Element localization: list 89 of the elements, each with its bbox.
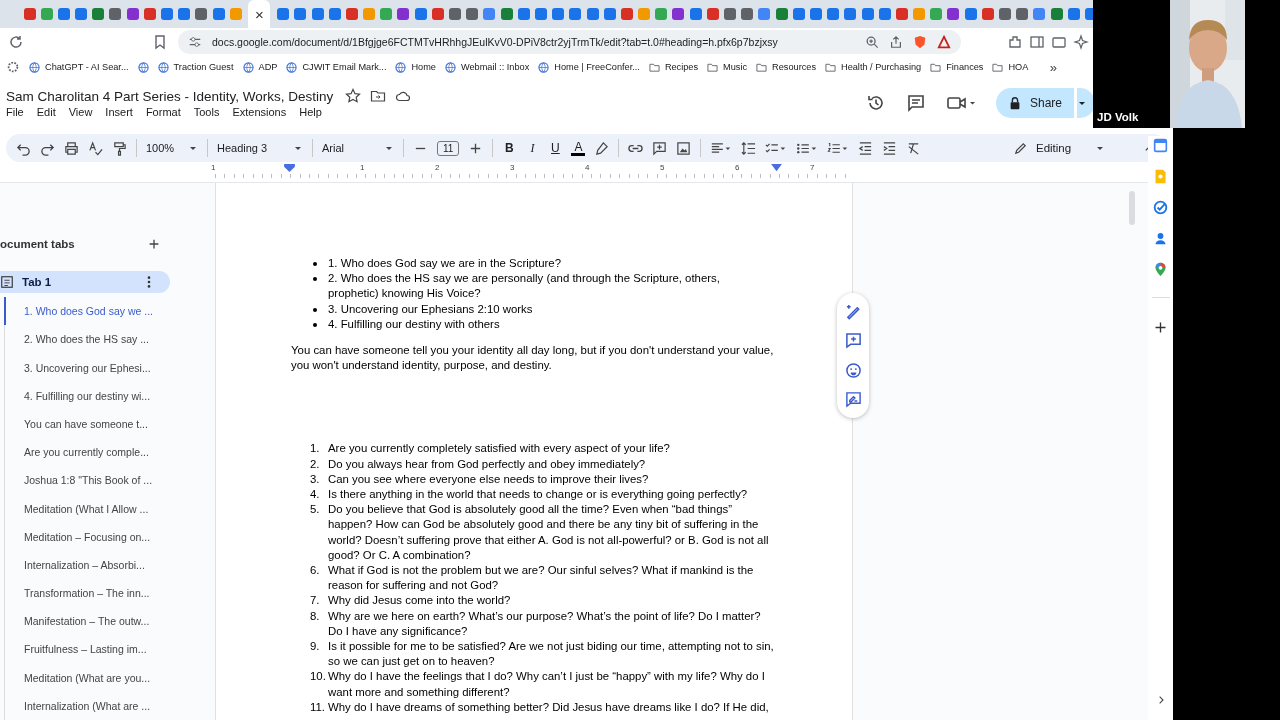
list-item-text: Why did Jesus come into the world?: [328, 593, 512, 609]
list-number: 7.: [310, 593, 321, 609]
list-number: 6.: [310, 563, 321, 579]
menu-item[interactable]: Tools: [193, 106, 220, 118]
bookmark-item[interactable]: Finances: [930, 61, 984, 73]
list-item-text: Is it possible for me to be satisfied? Are we not just biding our time, attempting not to sin, so we can just get on to heaven?: [328, 639, 775, 670]
bookmark-item[interactable]: ADP: [242, 61, 278, 73]
outline-item[interactable]: Meditation (What I Allow ...: [4, 494, 215, 523]
address-bar[interactable]: docs.google.com/document/d/1Bfgjge6FCTMTvHRhhgJEulKvV0-DPiV8ctr2yjTrmTk/edit?tab=t.0#heading=h.pfx6p7bzjxsy: [178, 30, 961, 54]
menu-item[interactable]: File: [6, 106, 24, 118]
list-item-text: 1. Who does God say we are in the Scripture?: [328, 256, 562, 271]
editing-mode-dropdown[interactable]: Editing: [1013, 140, 1105, 156]
list-item-text: Is there anything in the world that needs to change or is everything going perfectly?: [328, 487, 749, 503]
zoom-dropdown[interactable]: 100%: [146, 142, 198, 154]
italic-button[interactable]: I: [525, 140, 540, 156]
list-item-text: 3. Uncovering our Ephesians 2:10 works: [328, 301, 534, 317]
bookmark-item[interactable]: CJWIT Email Mark...: [286, 61, 387, 73]
outline-item[interactable]: Manifestation – The outw...: [4, 607, 215, 636]
active-browser-tab[interactable]: ×: [248, 0, 271, 28]
document-title[interactable]: Sam Charolitan 4 Part Series - Identity, Works, Destiny: [6, 88, 334, 104]
ruler-number: 2: [435, 163, 440, 172]
list-item-text: Why do I have dreams of something better? Did Jesus have dreams like I do? If He did,: [328, 699, 770, 715]
outline-item[interactable]: 2. Who does the HS say ...: [4, 325, 215, 354]
share-button[interactable]: Share: [995, 88, 1074, 118]
bookmark-item[interactable]: Health / Purchasing: [825, 61, 922, 73]
ruler-number: 4: [585, 163, 590, 172]
list-number: 4.: [310, 487, 321, 503]
bookmark-item[interactable]: Recipes: [648, 61, 699, 73]
url-text: docs.google.com/document/d/1Bfgjge6FCTMTvHRhhgJEulKvV0-DPiV8ctr2yjTrmTk/edit?tab=t.0#heading=h.pfx6p7bzjxsy: [212, 36, 779, 48]
outline-item[interactable]: Joshua 1:8 "This Book of ...: [4, 466, 215, 495]
ruler-number: 1: [211, 163, 216, 172]
outline-item[interactable]: 4. Fulfilling our destiny wi...: [4, 381, 215, 410]
close-tab-button[interactable]: ×: [255, 6, 264, 22]
ruler-number: 6: [735, 163, 740, 172]
ruler-number: 5: [660, 163, 665, 172]
menu-item[interactable]: Extensions: [232, 106, 287, 118]
more-bookmarks-button[interactable]: »: [1049, 59, 1057, 75]
underline-button[interactable]: U: [548, 141, 563, 155]
list-item-text: Do you believe that God is absolutely good all the time? Even when “bad things” happen? How can God be absolutely good and there be any tiny bit of suffering in the world? Doesn’t suffering prove that either A. God is not all-powerful? or B. God is not all good? Or C. A combination?: [328, 502, 770, 563]
list-item-text: Are you currently completely satisfied with every aspect of your life?: [328, 441, 671, 457]
ruler-number: 1: [360, 163, 365, 172]
outline-item[interactable]: Meditation (What are you...: [4, 663, 215, 692]
paragraph-style-dropdown[interactable]: Heading 3: [217, 142, 303, 154]
outline-item[interactable]: Internalization (What are ...: [4, 691, 215, 720]
document-tab[interactable]: Tab 1: [0, 271, 170, 294]
font-size-field[interactable]: 11: [437, 140, 460, 156]
outline-item[interactable]: Internalization – Absorbi...: [4, 550, 215, 580]
list-item-text: Why are we here on earth? What’s our purpose? What’s the point of life? Do I matter? Do I have any significance?: [328, 608, 762, 639]
outline-item[interactable]: 3. Uncovering our Ephesi...: [4, 353, 215, 382]
list-number: 1.: [310, 441, 321, 457]
participant-name: JD Volk: [1097, 111, 1139, 123]
list-number: 11.: [310, 699, 326, 715]
bookmark-item[interactable]: Traction Guest: [157, 61, 234, 73]
menu-item[interactable]: Edit: [36, 106, 56, 118]
list-item-text: Do you always hear from God perfectly and obey immediately?: [328, 456, 647, 472]
list-item-text: 4. Fulfilling our destiny with others: [328, 316, 501, 332]
list-number: 9.: [310, 639, 321, 655]
bookmark-item[interactable]: Resources: [756, 61, 816, 73]
text-color-button[interactable]: A: [571, 140, 586, 156]
list-item-text: 2. Who does the HS say we are personally (and through the Scripture, others, prophetic) knowing His Voice?: [328, 271, 721, 302]
bold-button[interactable]: B: [502, 141, 517, 155]
sidebar-heading: ocument tabs: [0, 238, 75, 250]
bookmark-item[interactable]: Home | FreeConfer...: [538, 61, 640, 73]
outline-item[interactable]: Transformation – The inn...: [4, 579, 215, 608]
list-item-text: What if God is not the problem but we are? Our sinful selves? What if mankind is the reason for suffering and not God?: [328, 563, 755, 594]
ruler-number: 7: [810, 163, 815, 172]
menu-item[interactable]: View: [68, 106, 93, 118]
outline-item[interactable]: Are you currently comple...: [4, 438, 215, 467]
outline-item[interactable]: You can have someone t...: [4, 409, 215, 439]
list-number: 2.: [310, 456, 321, 472]
menu-item[interactable]: Format: [145, 106, 181, 118]
outline-item[interactable]: Fruitfulness – Lasting im...: [4, 635, 215, 664]
bookmark-item[interactable]: Music: [707, 61, 748, 73]
list-number: 3.: [310, 471, 321, 487]
list-number: 5.: [310, 502, 321, 518]
font-dropdown[interactable]: Arial: [322, 142, 394, 154]
bookmark-item[interactable]: HOA: [992, 61, 1029, 73]
menu-item[interactable]: Insert: [105, 106, 133, 118]
ruler-number: 3: [510, 163, 515, 172]
bookmark-item[interactable]: ChatGPT - AI Sear...: [29, 61, 129, 73]
menu-item[interactable]: Help: [299, 106, 322, 118]
list-number: 10.: [310, 669, 327, 685]
bookmark-item[interactable]: Home: [395, 61, 436, 73]
paragraph: You can have someone tell you your identity all day long, but if you don't understand your value, you won't understand identity, purpose, and destiny.: [291, 343, 775, 374]
list-item-text: Why do I have the feelings that I do? Why can’t I just be “happy” with my life? Why do I want more and something different?: [328, 669, 766, 700]
list-number: 8.: [310, 608, 321, 624]
bookmark-item[interactable]: Webmail :: Inbox: [445, 61, 530, 73]
list-item-text: Can you see where everyone else needs to improve their lives?: [328, 471, 650, 487]
outline-item[interactable]: Meditation – Focusing on...: [4, 522, 215, 551]
